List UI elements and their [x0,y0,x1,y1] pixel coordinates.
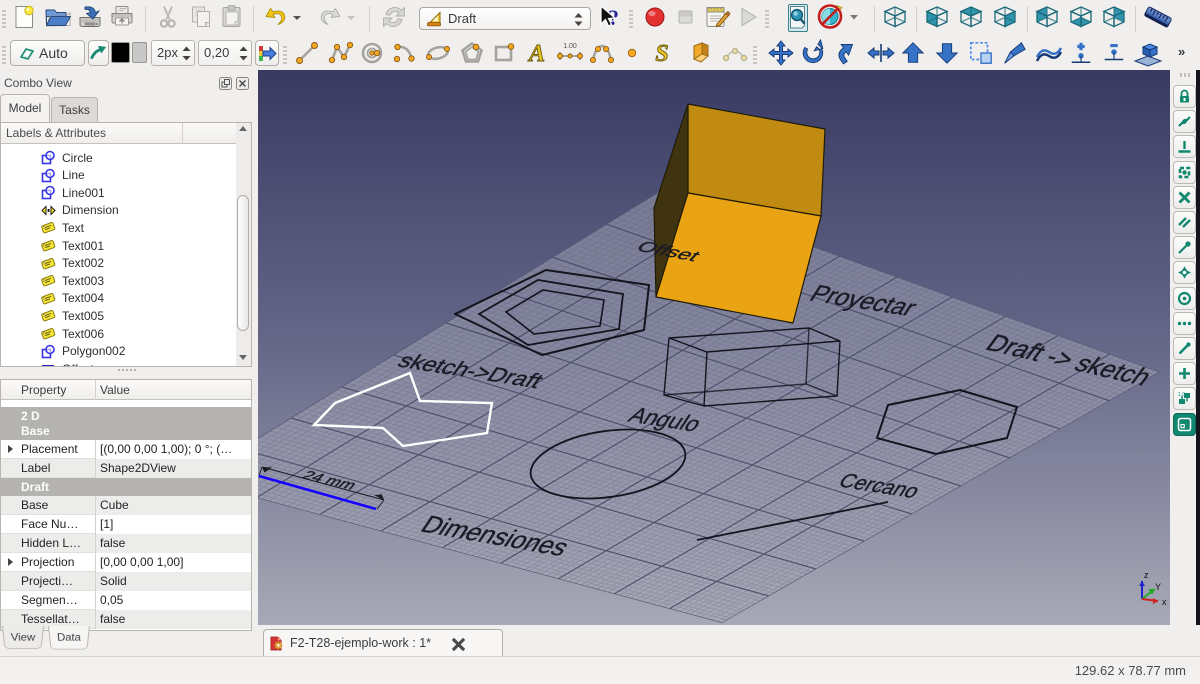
svg-text:Y: Y [1155,582,1161,592]
svg-text:x: x [1162,597,1167,607]
svg-text:A: A [527,41,545,66]
svg-text:1.00: 1.00 [563,43,577,50]
svg-text:1.0: 1.0 [1178,392,1185,398]
svg-text:z: z [1144,570,1149,580]
svg-text:S: S [655,41,668,66]
